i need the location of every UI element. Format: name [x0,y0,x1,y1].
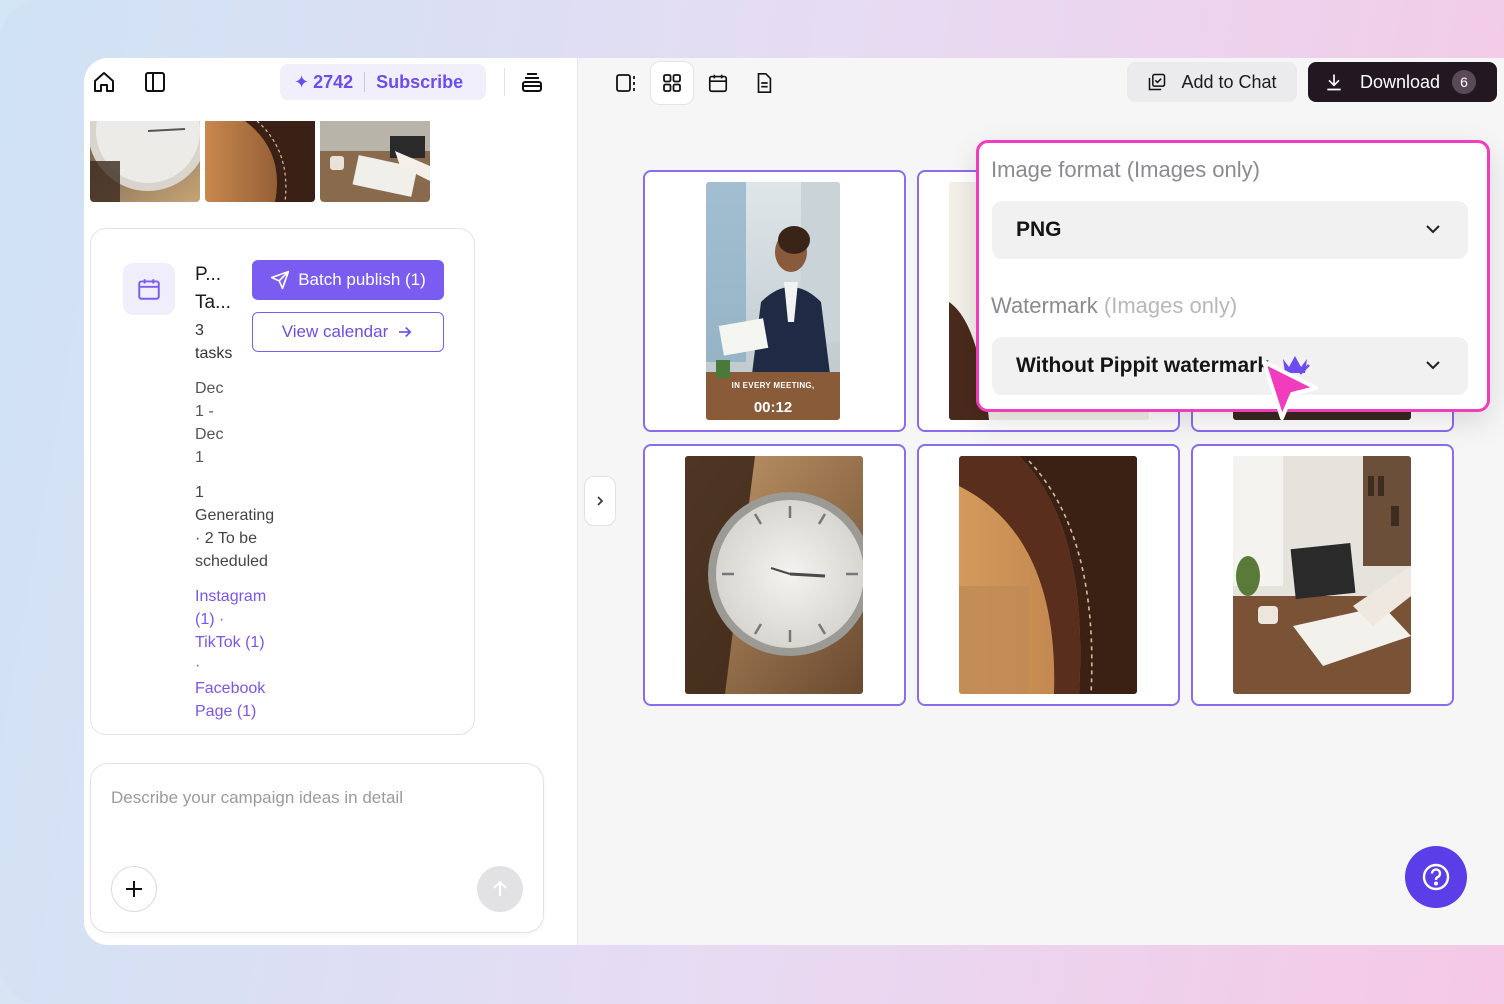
task-date-line: Dec [195,380,224,397]
add-to-chat-label: Add to Chat [1181,71,1277,92]
app-window: ✦ 2742 Subscribe P... Ta... 3 tasks Dec … [84,58,1504,945]
video-duration: 00:12 [753,399,793,416]
batch-publish-button[interactable]: Batch publish (1) [252,260,444,300]
credits-count: 2742 [313,71,354,92]
download-icon [1327,74,1341,91]
image-format-select[interactable]: PNG [992,201,1468,259]
image-format-label: Image format (Images only) [991,157,1260,182]
task-status-line: · 2 To be [195,530,257,547]
watermark-value: Without Pippit watermark [1016,354,1269,377]
campaign-prompt-box[interactable]: Describe your campaign ideas in detail [90,763,544,933]
task-date-line: 1 [195,449,204,466]
collapse-panel-toggle[interactable] [584,476,616,526]
window-frame: ✦ 2742 Subscribe P... Ta... 3 tasks Dec … [0,0,1504,1004]
credits-pill[interactable]: ✦ 2742 Subscribe [280,64,486,100]
watermark-label: Watermark (Images only) [991,293,1237,319]
plus-icon [126,881,142,897]
question-icon [1422,863,1450,891]
video-tile[interactable]: IN EVERY MEETING, 00:12 [643,170,906,432]
chevron-down-icon [1426,361,1440,370]
desk-image [1233,456,1411,694]
split-view-icon[interactable] [604,61,648,105]
add-to-chat-button[interactable]: Add to Chat [1127,62,1297,102]
leather-strap-image [959,456,1137,694]
watch-face-image [685,456,863,694]
document-view-icon[interactable] [742,61,786,105]
pill-divider [364,72,366,92]
thumbnail-strip [90,121,430,202]
video-thumbnail: IN EVERY MEETING, 00:12 [706,182,840,420]
grid-view-icon[interactable] [650,61,694,105]
chevron-right-icon [597,496,604,506]
left-panel: ✦ 2742 Subscribe P... Ta... 3 tasks Dec … [84,58,578,945]
download-options-popup: Image format (Images only) PNG Watermark… [976,140,1490,412]
download-count-badge: 6 [1452,70,1477,94]
watermark-note: (Images only) [1103,293,1238,318]
platform-line: · [195,657,201,674]
image-tile[interactable] [917,444,1180,706]
image-tile[interactable] [1191,444,1454,706]
platform-line: Page (1) [195,703,257,720]
platform-tiktok[interactable]: TikTok (1) [195,631,285,654]
sidebar-toggle-icon[interactable] [141,68,169,96]
leather-strap-thumbnail[interactable] [205,121,315,202]
task-date-line: Dec [195,426,224,443]
batch-publish-label: Batch publish (1) [298,270,426,289]
add-attachment-button[interactable] [111,866,157,912]
task-date-range: Dec 1 - Dec 1 [195,377,285,469]
home-icon[interactable] [90,68,118,96]
image-format-value: PNG [1016,218,1062,241]
watch-face-thumbnail[interactable] [90,121,200,202]
download-label: Download [1360,71,1441,92]
view-mode-toolbar [604,61,786,105]
download-button[interactable]: Download 6 [1308,62,1497,102]
view-calendar-button[interactable]: View calendar [252,312,444,352]
view-calendar-label: View calendar [281,322,389,341]
layers-icon[interactable] [518,68,546,96]
arrow-right-icon [399,326,412,338]
prompt-input[interactable]: Describe your campaign ideas in detail [111,788,403,808]
task-platforms: Instagram (1) · TikTok (1) · Facebook Pa… [195,585,285,723]
toolbar-divider [504,68,505,96]
watermark-select[interactable]: Without Pippit watermark [992,337,1468,395]
task-status-line: Generating [195,507,275,524]
task-date-line: 1 - [195,403,214,420]
desk-thumbnail[interactable] [320,121,430,202]
send-icon [271,270,290,290]
platform-instagram[interactable]: Instagram [195,585,285,608]
chevron-down-icon [1426,225,1440,234]
publish-task-card: P... Ta... 3 tasks Dec 1 - Dec 1 1 Gener… [90,228,475,735]
add-to-chat-icon [1149,73,1166,91]
pointer-cursor-icon [1258,358,1322,437]
left-toolbar: ✦ 2742 Subscribe [84,58,578,106]
platform-line: (1) · [195,611,225,628]
platform-facebook[interactable]: Facebook [195,677,285,700]
help-button[interactable] [1405,846,1467,908]
calendar-view-icon[interactable] [696,61,740,105]
image-tile[interactable] [643,444,906,706]
arrow-up-icon [493,880,507,896]
sparkle-icon: ✦ [294,71,310,92]
video-caption: IN EVERY MEETING, [731,381,815,390]
task-status: 1 Generating · 2 To be scheduled [195,481,285,573]
task-status-line: 1 [195,484,204,501]
send-button[interactable] [477,866,523,912]
subscribe-link[interactable]: Subscribe [376,72,463,93]
calendar-icon [123,263,175,315]
task-status-line: scheduled [195,553,268,570]
watermark-label-text: Watermark [991,293,1098,318]
